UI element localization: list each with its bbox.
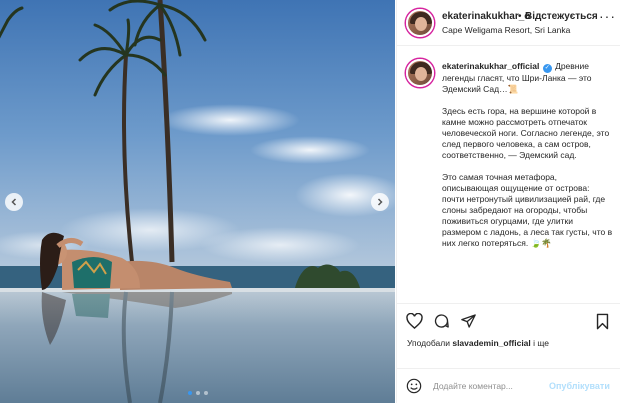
beach-pool-image <box>0 0 395 403</box>
post-sidebar: ekaterinakukhar_o • Відстежується Cape W… <box>396 0 620 403</box>
chevron-right-icon <box>377 198 383 206</box>
follow-button[interactable]: Відстежується <box>525 11 598 22</box>
carousel-prev-button[interactable] <box>5 193 23 211</box>
carousel-dots <box>0 391 395 395</box>
add-comment-bar: Опублікувати <box>397 368 620 403</box>
caption-paragraph-3: Это самая точная метафора, описывающая о… <box>442 172 613 248</box>
carousel-dot <box>195 391 200 395</box>
caption-paragraph-2: Здесь есть гора, на вершине которой в ка… <box>442 106 610 160</box>
chevron-left-icon <box>11 198 17 206</box>
comment-icon[interactable] <box>433 313 450 334</box>
comments-area[interactable]: ekaterinakukhar_official ✓ Древние леген… <box>397 47 620 301</box>
verified-badge-icon: ✓ <box>542 64 552 73</box>
comment-input[interactable] <box>433 379 557 393</box>
likes-suffix[interactable]: і ще <box>533 338 549 348</box>
location-link[interactable]: Cape Weligama Resort, Sri Lanka <box>442 25 570 35</box>
emoji-icon[interactable] <box>406 378 422 399</box>
avatar[interactable] <box>406 9 434 37</box>
carousel-dot <box>187 391 192 395</box>
likes-prefix: Уподобали <box>407 338 450 348</box>
carousel-next-button[interactable] <box>371 193 389 211</box>
action-bar <box>397 303 620 337</box>
caption-author-link[interactable]: ekaterinakukhar_official <box>442 61 539 71</box>
post-caption: ekaterinakukhar_official ✓ Древние леген… <box>442 61 614 249</box>
separator-dot: • <box>518 11 522 22</box>
caption-avatar[interactable] <box>406 59 434 87</box>
post-comment-button[interactable]: Опублікувати <box>549 381 610 391</box>
likes-summary: Уподобали slavademin_official і ще <box>407 338 549 348</box>
share-icon[interactable] <box>460 313 477 334</box>
liked-by-user-link[interactable]: slavademin_official <box>452 338 530 348</box>
heart-icon[interactable] <box>406 312 423 334</box>
post-photo[interactable] <box>0 0 395 403</box>
post-header: ekaterinakukhar_o • Відстежується Cape W… <box>397 0 620 46</box>
carousel-dot <box>203 391 208 395</box>
more-options-icon[interactable]: ··· <box>599 8 616 24</box>
bookmark-icon[interactable] <box>595 313 610 335</box>
